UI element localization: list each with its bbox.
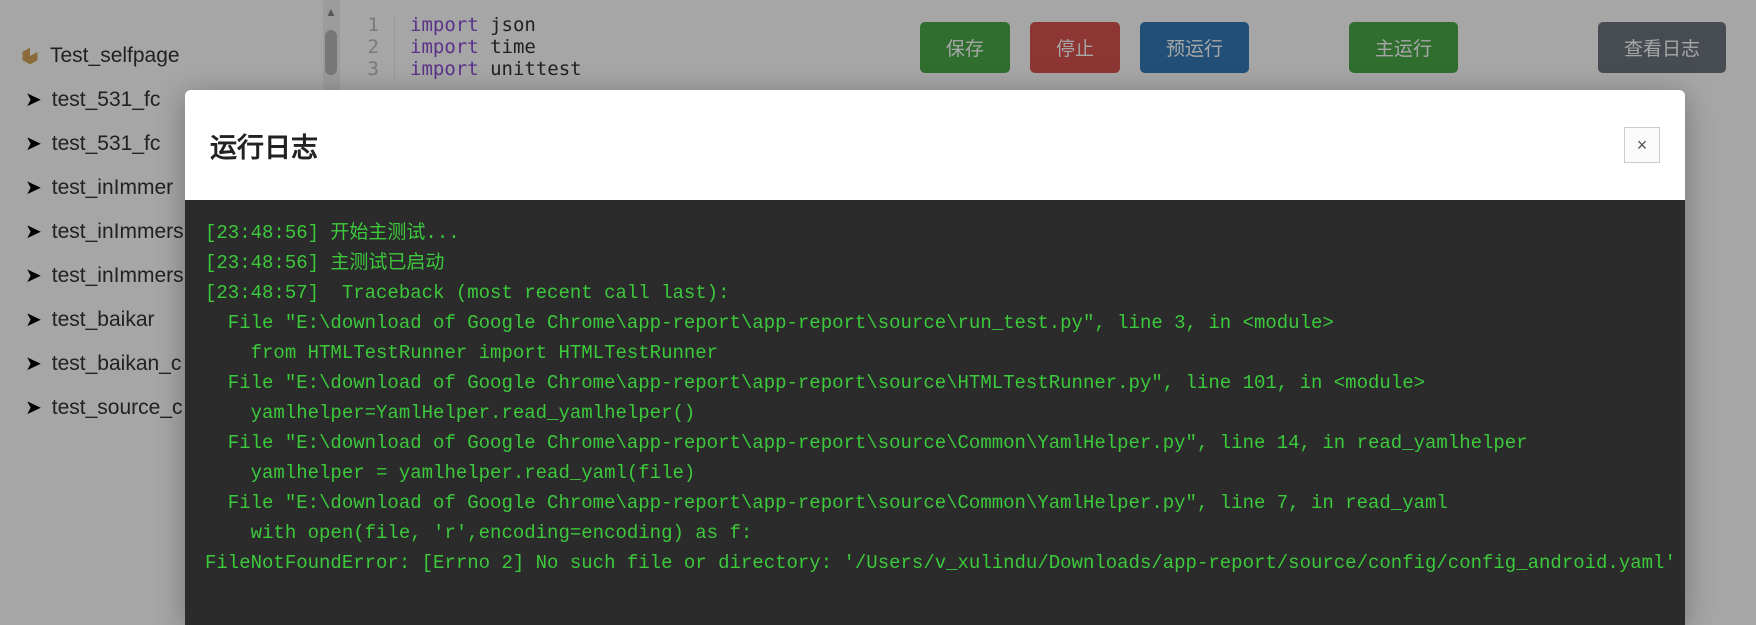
modal-close-button[interactable]: × [1624, 127, 1660, 163]
log-line: yamlhelper=YamlHelper.read_yamlhelper() [205, 398, 1665, 428]
log-line: File "E:\download of Google Chrome\app-r… [205, 368, 1665, 398]
log-line: File "E:\download of Google Chrome\app-r… [205, 488, 1665, 518]
log-line: from HTMLTestRunner import HTMLTestRunne… [205, 338, 1665, 368]
log-modal: 运行日志 × [23:48:56] 开始主测试...[23:48:56] 主测试… [185, 90, 1685, 625]
log-line: yamlhelper = yamlhelper.read_yaml(file) [205, 458, 1665, 488]
log-line: [23:48:57] Traceback (most recent call l… [205, 278, 1665, 308]
log-line: File "E:\download of Google Chrome\app-r… [205, 308, 1665, 338]
modal-header: 运行日志 × [185, 90, 1685, 200]
log-line: [23:48:56] 主测试已启动 [205, 248, 1665, 278]
log-line: [23:48:56] 开始主测试... [205, 218, 1665, 248]
log-line: FileNotFoundError: [Errno 2] No such fil… [205, 548, 1665, 578]
modal-title: 运行日志 [210, 126, 318, 165]
log-line: File "E:\download of Google Chrome\app-r… [205, 428, 1665, 458]
log-output[interactable]: [23:48:56] 开始主测试...[23:48:56] 主测试已启动[23:… [185, 200, 1685, 625]
log-line: with open(file, 'r',encoding=encoding) a… [205, 518, 1665, 548]
